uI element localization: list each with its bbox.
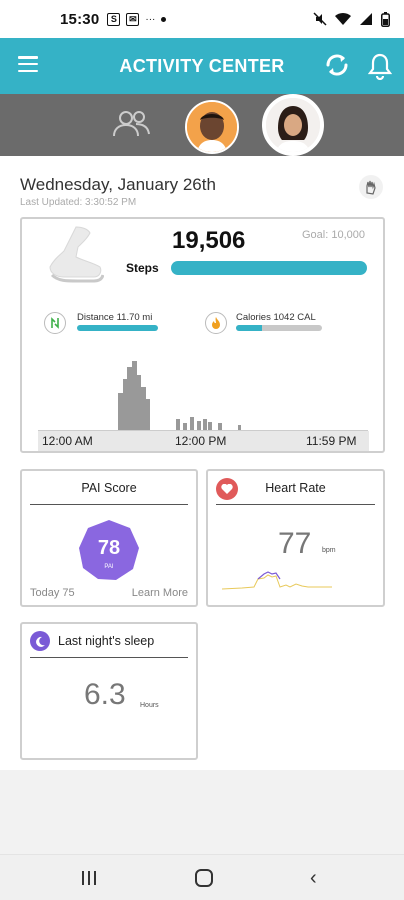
heart-rate-title: Heart Rate [265,481,326,495]
pai-value: 78 [97,537,121,559]
mute-icon [313,12,327,26]
steps-progress-bar [171,261,367,275]
calories-progress-fill [236,325,262,331]
distance-progress-bar [77,325,158,331]
heart-rate-value: 77 [278,527,312,560]
more-notifications-icon: ··· [145,13,156,25]
time-axis-mid: 12:00 PM [175,434,227,448]
sleep-card[interactable]: Last night's sleep 6.3 Hours [20,622,198,760]
calories-progress-bar [236,325,322,331]
sleep-value: 6.3 [84,678,126,711]
learn-more-link[interactable]: Learn More [132,587,188,599]
pai-card-title: PAI Score [81,481,137,495]
battery-icon [381,11,390,27]
notification-dot-icon [161,16,167,22]
pai-score-card[interactable]: PAI Score 78 PAI Today 75 Learn More [20,469,198,607]
distance-label: Distance 11.70 mi [77,312,153,323]
app-bar: ACTIVITY CENTER [0,38,404,94]
sleep-unit: Hours [140,702,159,709]
hand-wave-icon[interactable] [358,174,384,200]
moon-icon [30,631,50,651]
sync-icon[interactable] [322,50,352,80]
back-icon[interactable]: ‹ [310,867,317,890]
steps-label: Steps [126,261,159,275]
steps-histogram [38,361,368,431]
activity-date: Wednesday, January 26th [20,175,216,194]
distance-icon [44,312,66,334]
heart-rate-divider [216,504,375,505]
time-axis-end: 11:59 PM [306,434,357,448]
heart-rate-card[interactable]: Heart Rate 77 bpm [206,469,385,607]
steps-goal: Goal: 10,000 [302,229,365,241]
calories-icon [205,312,227,334]
recents-icon[interactable] [82,871,96,885]
avatar-child[interactable] [185,100,239,154]
status-bar: 15:30 S ✉ ··· [0,0,404,38]
system-nav-bar: ‹ [0,854,404,900]
message-icon: ✉ [126,12,140,26]
wifi-icon [335,12,351,25]
bell-icon[interactable] [368,52,392,80]
sleep-card-title: Last night's sleep [58,634,155,648]
steps-value: 19,506 [172,227,246,254]
heart-rate-sparkline [222,571,332,590]
status-time: 15:30 [60,10,100,28]
signal-icon [360,13,372,25]
calories-label: Calories 1042 CAL [236,312,316,323]
group-icon[interactable] [112,108,152,140]
shoe-icon [49,226,104,283]
pai-unit: PAI [104,564,114,570]
time-axis: 12:00 AM 12:00 PM 11:59 PM [38,431,369,451]
time-axis-start: 12:00 AM [42,434,93,448]
home-icon[interactable] [195,869,213,887]
notification-app-icon: S [107,12,121,26]
pai-today-text: Today 75 [30,587,75,599]
steps-card[interactable]: 19,506 Goal: 10,000 Steps Distance 11.70… [20,217,385,453]
last-updated-text: Last Updated: 3:30:52 PM [20,197,137,208]
sleep-card-divider [30,657,188,658]
pai-card-divider [30,504,188,505]
heart-rate-unit: bpm [322,547,336,554]
distance-progress-fill [77,325,158,331]
avatar-adult[interactable] [262,94,324,156]
